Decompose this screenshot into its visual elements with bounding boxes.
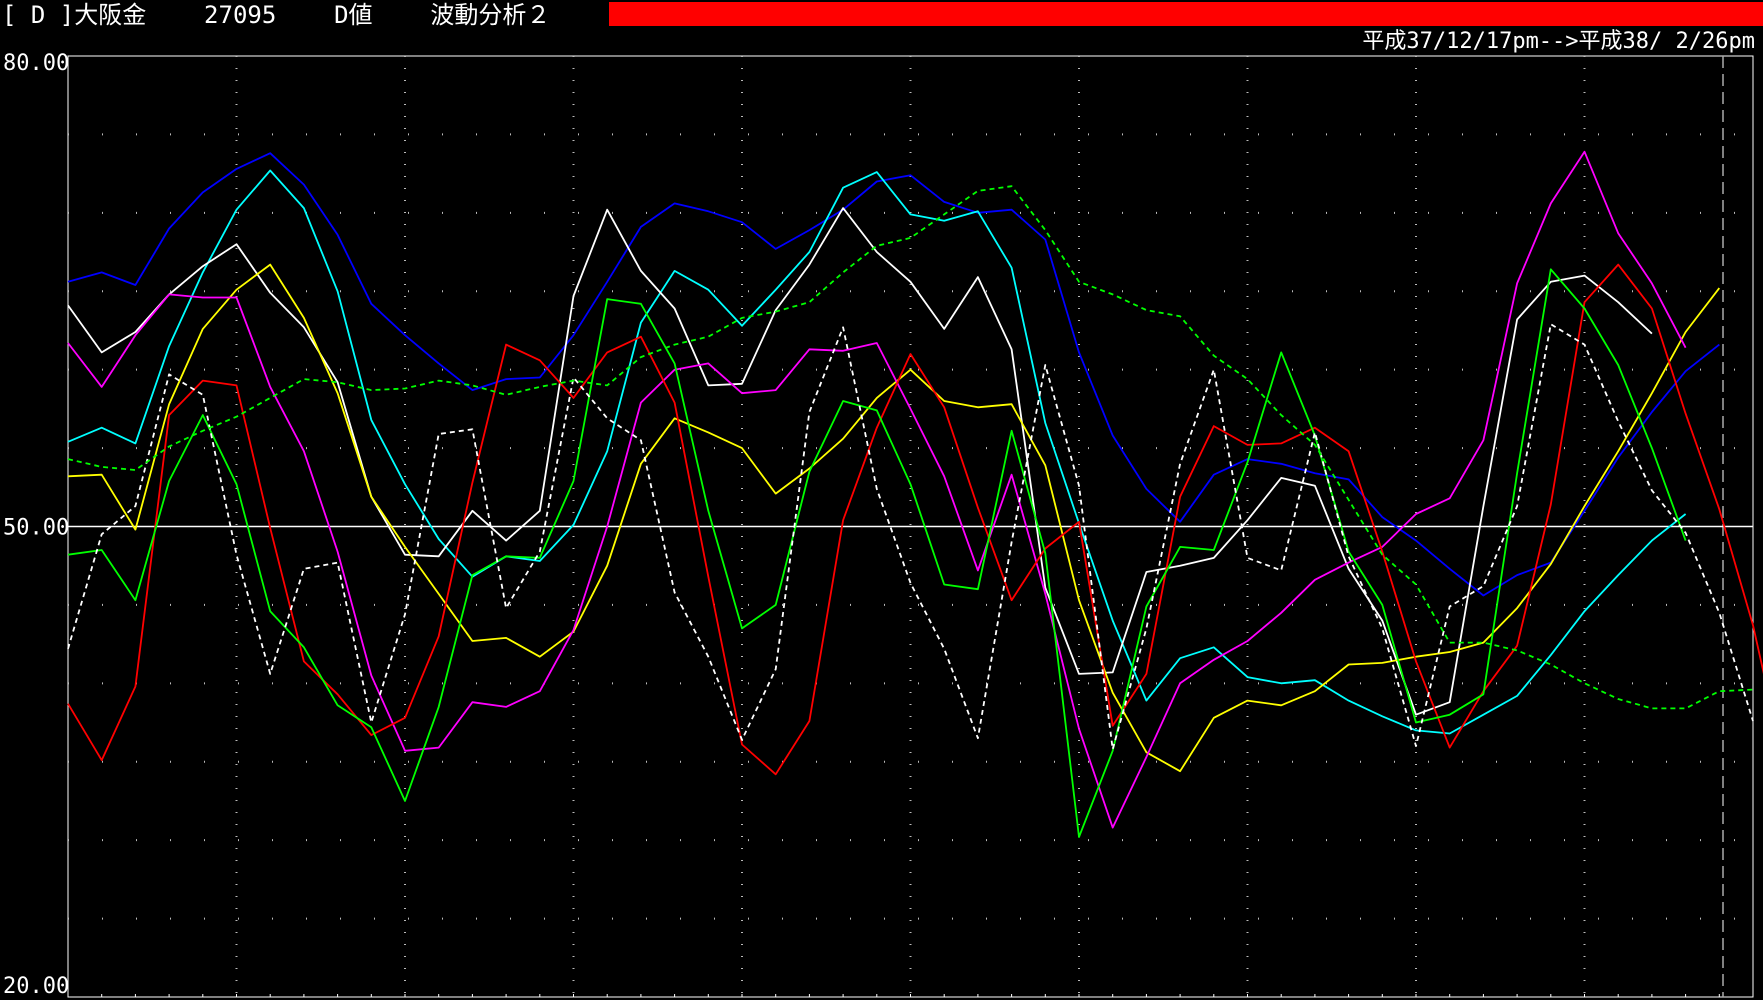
series-line-1: [67, 169, 1687, 735]
oscillator-chart: 80.00 50.00 20.00: [3, 51, 1763, 999]
series-line-2: [67, 207, 1653, 716]
y-tick-label-2: 20.00: [3, 974, 69, 999]
y-tick-label-0: 80.00: [3, 51, 69, 76]
series-line-5: [67, 263, 1763, 776]
series-line-6: [67, 268, 1687, 838]
series-line-3: [67, 263, 1721, 773]
series-line-8: [67, 185, 1754, 710]
y-tick-label-1: 50.00: [3, 516, 69, 541]
